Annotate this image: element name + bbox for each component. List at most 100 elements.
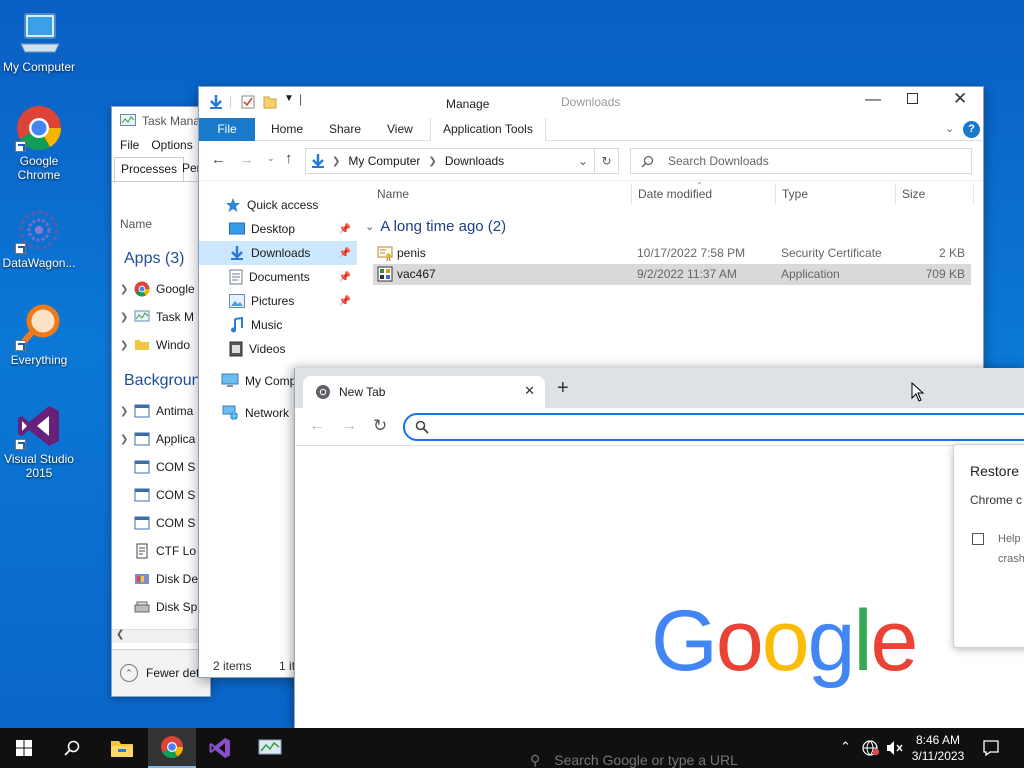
- task-manager-window[interactable]: Task Manag File Options Processes Per Na…: [111, 106, 211, 697]
- process-row[interactable]: ❯ Windo: [120, 337, 190, 353]
- desktop-icon-datawagon[interactable]: DataWagon...: [0, 206, 78, 270]
- process-row[interactable]: CTF Lo: [120, 543, 196, 559]
- expand-icon[interactable]: ❯: [120, 340, 128, 351]
- omnibox[interactable]: [403, 413, 1024, 441]
- pin-icon[interactable]: 📌: [339, 296, 351, 307]
- breadcrumb-my-computer[interactable]: My Computer: [348, 154, 420, 168]
- tab-view[interactable]: View: [375, 118, 425, 141]
- back-button[interactable]: ←: [211, 151, 226, 168]
- search-box[interactable]: Search Downloads: [630, 148, 972, 174]
- star-icon: [226, 198, 240, 212]
- expand-ribbon-icon[interactable]: ⌄: [945, 122, 954, 135]
- process-row[interactable]: Disk De: [120, 571, 198, 587]
- process-row[interactable]: ❯ Task M: [120, 309, 194, 325]
- network-globe-icon[interactable]: [862, 740, 880, 756]
- desktop-icon-everything[interactable]: Everything: [0, 303, 78, 367]
- nav-pictures[interactable]: Pictures 📌: [199, 289, 357, 313]
- process-row[interactable]: Disk Sp: [120, 599, 197, 615]
- task-manager-icon: [258, 739, 282, 755]
- fewer-details-button[interactable]: ⌃ Fewer deta: [120, 664, 206, 682]
- taskbar-chrome[interactable]: [148, 728, 196, 768]
- process-row[interactable]: COM S: [120, 515, 195, 531]
- address-dropdown-icon[interactable]: ⌄: [578, 154, 588, 168]
- tab-home[interactable]: Home: [259, 118, 315, 141]
- taskbar-visual-studio[interactable]: [196, 728, 244, 768]
- address-field[interactable]: ❯ My Computer ❯ Downloads ⌄ ↻: [305, 148, 619, 174]
- chrome-tab-new-tab[interactable]: New Tab ✕: [303, 376, 545, 408]
- nav-downloads[interactable]: Downloads 📌: [199, 241, 357, 265]
- tab-processes[interactable]: Processes: [114, 157, 185, 181]
- scroll-left-icon[interactable]: ❮: [116, 629, 124, 640]
- pin-icon[interactable]: 📌: [339, 248, 351, 259]
- recent-locations-icon[interactable]: ⌄: [267, 153, 275, 164]
- close-button[interactable]: ✕: [953, 89, 967, 109]
- new-tab-button[interactable]: +: [557, 378, 569, 398]
- forward-button[interactable]: →: [239, 151, 254, 168]
- nav-videos[interactable]: Videos: [199, 337, 357, 361]
- tab-share[interactable]: Share: [317, 118, 373, 141]
- process-row[interactable]: COM S: [120, 487, 195, 503]
- pin-icon[interactable]: 📌: [339, 224, 351, 235]
- nav-documents[interactable]: Documents 📌: [199, 265, 357, 289]
- expand-icon[interactable]: ❯: [120, 406, 128, 417]
- breadcrumb-downloads[interactable]: Downloads: [445, 154, 504, 168]
- tab-title: New Tab: [339, 385, 386, 399]
- show-hidden-icons[interactable]: ⌃: [840, 739, 851, 755]
- column-type[interactable]: Type: [782, 187, 808, 201]
- desktop-icon-my-computer[interactable]: My Computer: [0, 10, 78, 74]
- customize-toolbar-icon[interactable]: ▼: [284, 93, 294, 104]
- file-group-header[interactable]: ⌄ A long time ago (2): [365, 218, 506, 235]
- expand-icon[interactable]: ❯: [120, 312, 128, 323]
- explorer-titlebar[interactable]: | ▼ | Manage Downloads — ✕: [199, 87, 983, 118]
- desktop-icon-visual-studio[interactable]: Visual Studio 2015: [0, 402, 78, 480]
- chrome-tabstrip[interactable]: New Tab ✕ +: [295, 368, 1024, 408]
- file-row[interactable]: penis 10/17/2022 7:58 PM Security Certif…: [373, 243, 971, 264]
- notifications-icon[interactable]: [982, 739, 1000, 757]
- taskbar-file-explorer[interactable]: [98, 728, 146, 768]
- chrome-window[interactable]: New Tab ✕ + ← → ↻ Restore Chrome c Help …: [294, 368, 1024, 728]
- minimize-button[interactable]: —: [865, 91, 881, 109]
- process-row[interactable]: COM S: [120, 459, 195, 475]
- help-icon[interactable]: ?: [963, 121, 980, 138]
- search-button[interactable]: [48, 728, 96, 768]
- properties-icon[interactable]: [241, 95, 255, 109]
- menu-file[interactable]: File: [120, 138, 139, 152]
- maximize-button[interactable]: [907, 93, 918, 104]
- back-button[interactable]: ←: [309, 417, 325, 435]
- tab-application-tools[interactable]: Application Tools: [430, 118, 546, 141]
- task-manager-footer: ⌃ Fewer deta: [112, 649, 210, 696]
- column-name[interactable]: Name: [377, 187, 409, 201]
- nav-quick-access[interactable]: Quick access: [199, 193, 357, 217]
- file-row[interactable]: vac467 9/2/2022 11:37 AM Application 709…: [373, 264, 971, 285]
- restore-pages-dialog[interactable]: Restore Chrome c Help crash: [953, 444, 1024, 648]
- close-tab-icon[interactable]: ✕: [524, 383, 535, 399]
- pin-icon[interactable]: 📌: [339, 272, 351, 283]
- reload-button[interactable]: ↻: [373, 416, 387, 436]
- system-clock[interactable]: 8:46 AM 3/11/2023: [906, 732, 970, 764]
- desktop-icon-google-chrome[interactable]: Google Chrome: [0, 104, 78, 182]
- column-size[interactable]: Size: [902, 187, 925, 201]
- expand-icon[interactable]: ❯: [120, 284, 128, 295]
- desktop-icon-label: Google Chrome: [17, 154, 61, 182]
- new-folder-icon[interactable]: [263, 95, 277, 109]
- checkbox-label-2: crash: [998, 553, 1024, 565]
- volume-muted-icon[interactable]: [886, 740, 904, 756]
- process-row[interactable]: ❯ Antima: [120, 403, 193, 419]
- process-row[interactable]: ❯ Applica: [120, 431, 195, 447]
- nav-desktop[interactable]: Desktop 📌: [199, 217, 357, 241]
- horizontal-scrollbar[interactable]: ❮: [112, 629, 210, 643]
- start-button[interactable]: [0, 728, 48, 768]
- forward-button[interactable]: →: [341, 417, 357, 435]
- tab-file[interactable]: File: [199, 118, 255, 141]
- up-button[interactable]: ↑: [285, 150, 293, 167]
- taskbar-task-manager[interactable]: [246, 728, 294, 768]
- column-date-modified[interactable]: Date modified: [638, 187, 712, 201]
- process-row[interactable]: ❯ Google: [120, 281, 195, 297]
- nav-music[interactable]: Music: [199, 313, 357, 337]
- column-name[interactable]: Name: [120, 217, 152, 231]
- refresh-icon[interactable]: ↻: [594, 148, 618, 174]
- file-size: 709 KB: [925, 267, 965, 281]
- menu-options[interactable]: Options: [151, 138, 192, 152]
- help-checkbox[interactable]: [972, 533, 984, 545]
- expand-icon[interactable]: ❯: [120, 434, 128, 445]
